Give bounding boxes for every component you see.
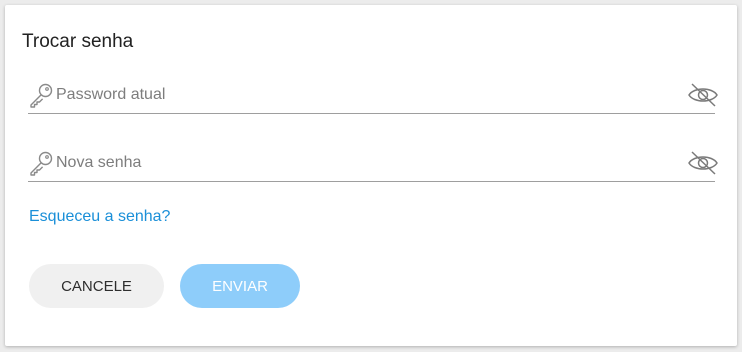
change-password-dialog: Trocar senha Esqueceu a senha? CANCELE E… xyxy=(5,5,737,346)
key-icon xyxy=(30,83,53,108)
send-button[interactable]: ENVIAR xyxy=(180,264,300,308)
new-password-field xyxy=(28,145,718,182)
key-icon xyxy=(30,151,53,176)
dialog-title: Trocar senha xyxy=(22,31,134,52)
cancel-button[interactable]: CANCELE xyxy=(29,264,164,308)
forgot-password-link[interactable]: Esqueceu a senha? xyxy=(29,208,170,226)
eye-off-icon[interactable] xyxy=(687,82,719,108)
eye-off-icon[interactable] xyxy=(687,150,719,176)
new-password-input[interactable] xyxy=(56,151,656,175)
current-password-field xyxy=(28,77,718,114)
current-password-input[interactable] xyxy=(56,83,656,107)
